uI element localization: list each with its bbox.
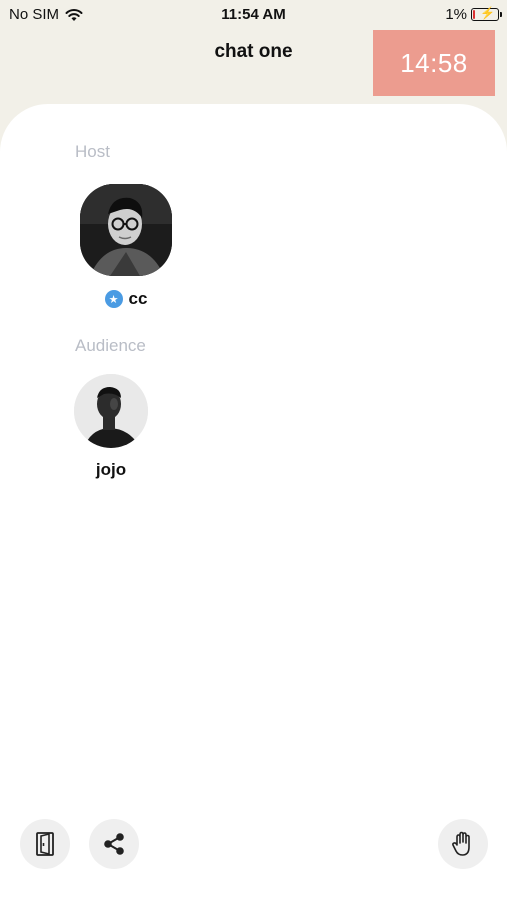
host-avatar[interactable] [80, 184, 172, 276]
audience-name: jojo [95, 460, 127, 479]
host-name: cc [128, 289, 148, 308]
battery-percent: 1% [445, 6, 467, 23]
charging-bolt-icon: ⚡ [480, 6, 495, 20]
battery-fill [473, 10, 475, 19]
leave-room-button[interactable] [20, 819, 70, 869]
door-icon [36, 832, 54, 856]
raise-hand-button[interactable] [438, 819, 488, 869]
share-button[interactable] [89, 819, 139, 869]
timer-badge: 14:58 [373, 30, 495, 96]
room-sheet: Host ★ cc Audience jojo [0, 104, 507, 900]
audience-section-label: Audience [75, 336, 146, 355]
audience-avatar[interactable] [74, 374, 148, 448]
hand-icon [452, 831, 470, 856]
host-name-row: ★ cc [78, 289, 174, 309]
status-bar: No SIM 11:54 AM 1% ⚡ [0, 0, 507, 28]
status-time: 11:54 AM [221, 6, 286, 23]
host-avatar-photo [80, 184, 172, 276]
host-section-label: Host [75, 142, 110, 161]
star-icon: ★ [104, 290, 123, 308]
audience-avatar-photo [74, 374, 148, 448]
status-right: 1% ⚡ [445, 6, 502, 23]
host-card[interactable]: ★ cc [78, 184, 174, 309]
audience-member[interactable]: jojo [72, 374, 150, 480]
share-icon [104, 833, 124, 855]
battery-icon: ⚡ [471, 6, 502, 21]
